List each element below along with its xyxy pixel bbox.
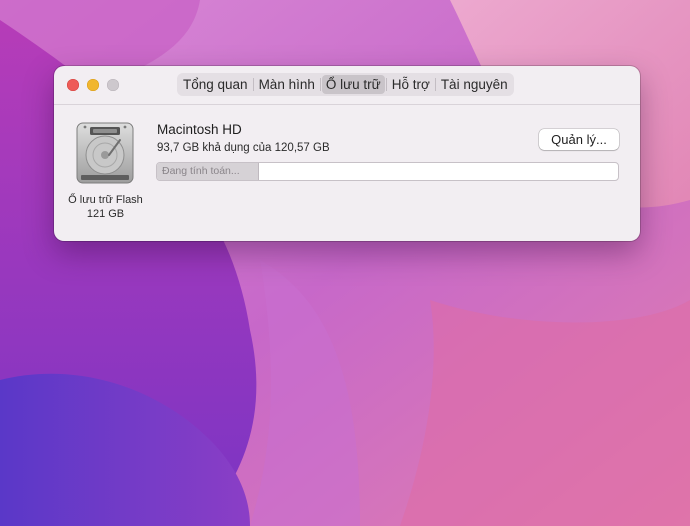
minimize-button[interactable] xyxy=(87,79,99,91)
tab-displays[interactable]: Màn hình xyxy=(255,75,319,94)
storage-status-text: Đang tính toán... xyxy=(162,165,240,177)
tab-overview[interactable]: Tổng quan xyxy=(179,75,252,94)
disk-type-label: Ổ lưu trữ Flash xyxy=(68,194,143,206)
tab-storage[interactable]: Ổ lưu trữ xyxy=(321,75,385,94)
tab-separator xyxy=(385,78,387,91)
tab-resources[interactable]: Tài nguyên xyxy=(437,75,512,94)
tab-separator xyxy=(319,78,321,91)
tab-support[interactable]: Hỗ trợ xyxy=(388,75,434,94)
disk-size-label: 121 GB xyxy=(86,208,125,220)
zoom-button[interactable] xyxy=(107,79,119,91)
close-button[interactable] xyxy=(67,79,79,91)
storage-usage-bar: Đang tính toán... xyxy=(156,162,619,181)
volume-availability: 93,7 GB khả dụng của 120,57 GB xyxy=(157,142,330,154)
volume-name: Macintosh HD xyxy=(157,122,242,137)
tab-separator xyxy=(434,78,436,91)
tab-bar: Tổng quan Màn hình Ổ lưu trữ Hỗ trợ Tài … xyxy=(177,73,514,96)
window-titlebar: Tổng quan Màn hình Ổ lưu trữ Hỗ trợ Tài … xyxy=(54,66,640,105)
tab-separator xyxy=(252,78,254,91)
about-this-mac-window: Tổng quan Màn hình Ổ lưu trữ Hỗ trợ Tài … xyxy=(54,66,640,241)
hard-drive-icon xyxy=(76,122,134,184)
manage-button[interactable]: Quản lý... xyxy=(539,129,619,150)
